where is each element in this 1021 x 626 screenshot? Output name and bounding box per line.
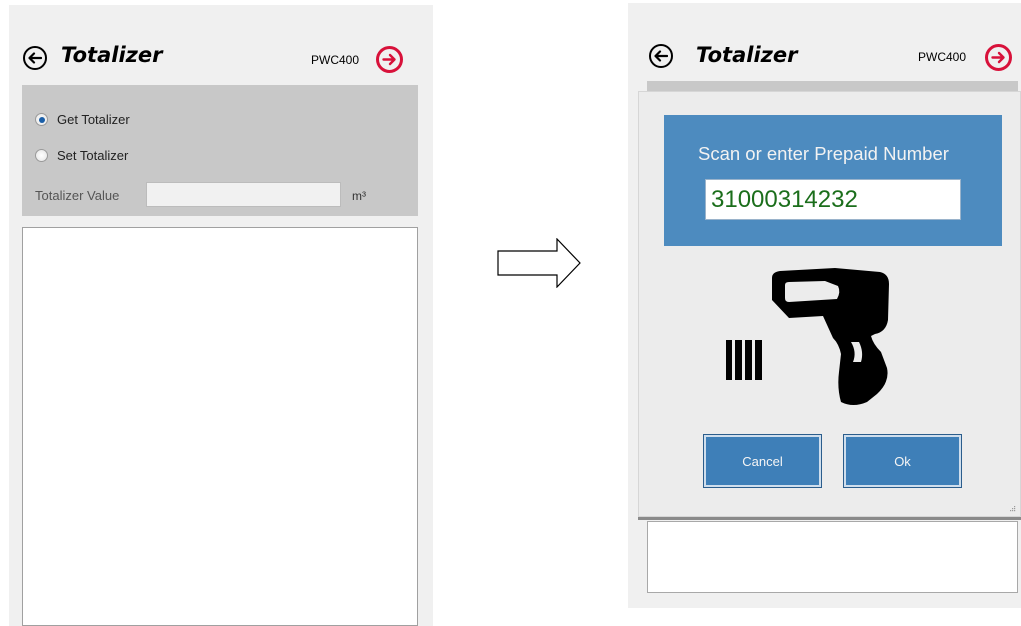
totalizer-options-panel: Get Totalizer Set Totalizer Totalizer Va… [22,85,418,216]
output-log-area [647,521,1018,593]
right-screen: Totalizer PWC400 Scan or enter Prepaid N… [628,3,1021,608]
forward-arrow-icon [991,51,1005,64]
scan-prompt: Scan or enter Prepaid Number [698,143,949,164]
prepaid-scan-dialog: Scan or enter Prepaid Number Cancel Ok [638,91,1021,517]
output-log-area [22,227,418,626]
radio-label: Set Totalizer [57,148,129,163]
divider [638,517,1021,520]
forward-arrow-icon [382,53,396,66]
radio-set-totalizer[interactable]: Set Totalizer [35,148,128,163]
radio-get-totalizer[interactable]: Get Totalizer [35,112,130,127]
prepaid-number-input[interactable] [705,179,961,220]
next-button[interactable] [376,46,403,73]
totalizer-value-input[interactable] [146,182,341,207]
cancel-button[interactable]: Cancel [703,434,822,488]
device-name: PWC400 [918,50,967,64]
ok-button[interactable]: Ok [843,434,962,488]
barcode-scanner-icon [726,268,889,405]
right-arrow-icon [497,238,581,288]
unit-label: m³ [352,189,366,203]
left-screen: Totalizer PWC400 Get Totalizer Set Total… [9,5,433,626]
page-title: Totalizer [696,43,798,67]
back-button[interactable] [649,44,673,68]
device-name: PWC400 [311,53,360,67]
back-arrow-icon [28,52,42,64]
resize-grip-icon[interactable] [1008,504,1016,512]
options-panel-edge [647,81,1018,91]
page-title: Totalizer [61,43,163,67]
radio-button[interactable] [35,149,48,162]
radio-button[interactable] [35,113,48,126]
back-arrow-icon [654,50,668,62]
totalizer-value-label: Totalizer Value [35,188,120,203]
radio-label: Get Totalizer [57,112,130,127]
back-button[interactable] [23,46,47,70]
scan-header: Scan or enter Prepaid Number [664,115,1002,246]
next-button[interactable] [985,44,1012,71]
